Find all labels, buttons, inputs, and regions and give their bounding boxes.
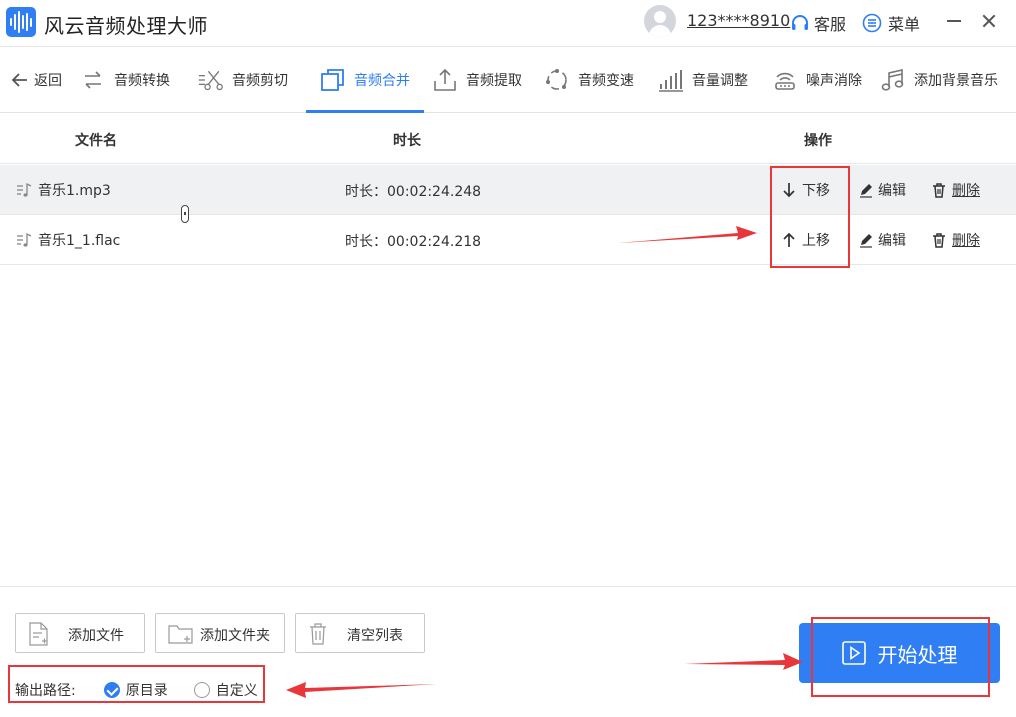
trash-icon (933, 183, 945, 198)
close-button[interactable] (978, 10, 1000, 32)
convert-icon (80, 67, 106, 93)
output-path-label: 输出路径: (15, 683, 76, 699)
music-note-icon (880, 67, 906, 93)
edit-label: 编辑 (878, 183, 906, 199)
menu-button[interactable]: 菜单 (862, 11, 920, 35)
tab-volume-adjust[interactable]: 音量调整 (658, 47, 748, 113)
move-down-label: 下移 (802, 183, 830, 199)
tab-label: 音频提取 (466, 73, 522, 89)
move-up-button[interactable]: 上移 (782, 230, 830, 250)
tab-audio-convert[interactable]: 音频转换 (80, 47, 170, 113)
trash-icon (310, 623, 326, 645)
clear-list-label: 清空列表 (347, 628, 403, 644)
radio-custom-label: 自定义 (215, 683, 258, 699)
start-processing-button[interactable]: 开始处理 (799, 623, 1000, 683)
annotation-arrow-start (684, 653, 803, 670)
menu-label: 菜单 (888, 15, 921, 34)
app-window: 风云音频处理大师 123****8910 客服 菜单 返回 音频转换 音频剪切 (0, 0, 1016, 717)
headset-icon (792, 15, 808, 30)
noise-icon (772, 67, 798, 93)
tab-noise-removal[interactable]: 噪声消除 (772, 47, 862, 113)
move-down-button[interactable]: 下移 (782, 180, 830, 200)
title-bar: 风云音频处理大师 123****8910 客服 菜单 (0, 0, 1016, 46)
app-logo-icon (6, 7, 36, 37)
tab-audio-cut[interactable]: 音频剪切 (198, 47, 288, 113)
delete-button[interactable]: 删除 (932, 180, 980, 200)
customer-service-button[interactable]: 客服 (790, 11, 846, 35)
add-file-icon (29, 622, 48, 646)
play-icon (841, 641, 866, 665)
trash-icon (933, 233, 945, 248)
table-row[interactable]: 音乐1_1.flac 时长：00:02:24.218 上移 编辑 删除 (0, 215, 1016, 265)
delete-label: 删除 (952, 233, 980, 249)
radio-original-dir[interactable]: 原目录 (103, 680, 168, 700)
file-duration: 时长：00:02:24.218 (345, 234, 482, 250)
add-folder-button[interactable]: 添加文件夹 (155, 613, 285, 653)
start-label: 开始处理 (877, 642, 958, 667)
merge-icon (320, 67, 346, 93)
tab-label: 音量调整 (692, 73, 748, 89)
tab-label: 音频变速 (578, 73, 634, 89)
column-header-filename: 文件名 (75, 133, 117, 149)
pencil-icon (860, 234, 872, 248)
tab-label: 添加背景音乐 (914, 73, 998, 89)
file-name-cell: 音乐1.mp3 (16, 180, 111, 200)
add-folder-icon (168, 625, 193, 644)
file-duration: 时长：00:02:24.248 (345, 184, 482, 200)
add-file-button[interactable]: 添加文件 (15, 613, 145, 653)
file-name: 音乐1.mp3 (38, 183, 111, 199)
audio-file-icon (17, 232, 32, 247)
scissors-icon (198, 67, 224, 93)
radio-original-label: 原目录 (125, 683, 168, 699)
pencil-icon (860, 184, 872, 198)
back-label: 返回 (34, 73, 62, 89)
column-header-duration: 时长 (393, 133, 421, 149)
minimize-button[interactable] (944, 10, 964, 32)
move-up-label: 上移 (802, 233, 830, 249)
extract-icon (432, 67, 458, 93)
table-row[interactable]: 音乐1.mp3 时长：00:02:24.248 下移 编辑 删除 (0, 165, 1016, 215)
delete-label: 删除 (952, 183, 980, 199)
arrow-left-icon (11, 73, 27, 87)
function-toolbar: 返回 音频转换 音频剪切 音频合并 音频提取 音频变速 音量调整 噪声消除 添加… (0, 46, 1016, 113)
tab-label: 音频转换 (114, 73, 170, 89)
volume-bars-icon (658, 67, 684, 93)
tab-label: 噪声消除 (806, 73, 862, 89)
speed-icon (544, 67, 570, 93)
delete-button[interactable]: 删除 (932, 230, 980, 250)
edit-button[interactable]: 编辑 (858, 180, 906, 200)
file-name-cell: 音乐1_1.flac (16, 230, 120, 250)
edit-button[interactable]: 编辑 (858, 230, 906, 250)
add-file-label: 添加文件 (68, 628, 124, 644)
arrow-down-icon (783, 183, 795, 198)
file-name: 音乐1_1.flac (38, 233, 121, 249)
add-folder-label: 添加文件夹 (200, 628, 270, 644)
divider (0, 586, 1016, 587)
text-cursor-icon (181, 205, 189, 223)
tab-label: 音频剪切 (232, 73, 288, 89)
list-menu-icon (862, 13, 882, 33)
customer-service-label: 客服 (814, 15, 847, 34)
tab-add-background-music[interactable]: 添加背景音乐 (880, 47, 998, 113)
tab-audio-speed[interactable]: 音频变速 (544, 47, 634, 113)
radio-unchecked-icon (193, 682, 210, 698)
username-link[interactable]: 123****8910 (687, 11, 790, 30)
app-title: 风云音频处理大师 (44, 14, 208, 38)
back-button[interactable]: 返回 (10, 47, 62, 113)
clear-list-button[interactable]: 清空列表 (295, 613, 425, 653)
arrow-up-icon (783, 232, 795, 247)
tab-label: 音频合并 (354, 73, 410, 89)
tab-audio-extract[interactable]: 音频提取 (432, 47, 522, 113)
column-header-actions: 操作 (804, 133, 832, 149)
radio-checked-icon (103, 682, 120, 698)
audio-file-icon (17, 182, 32, 197)
annotation-arrow-output (286, 682, 437, 698)
output-path-group: 输出路径: 原目录 自定义 (15, 680, 258, 700)
radio-custom-dir[interactable]: 自定义 (193, 680, 258, 700)
edit-label: 编辑 (878, 233, 906, 249)
file-table-header: 文件名 时长 操作 (0, 113, 1016, 164)
user-avatar[interactable] (644, 5, 676, 37)
tab-audio-merge[interactable]: 音频合并 (306, 47, 424, 113)
